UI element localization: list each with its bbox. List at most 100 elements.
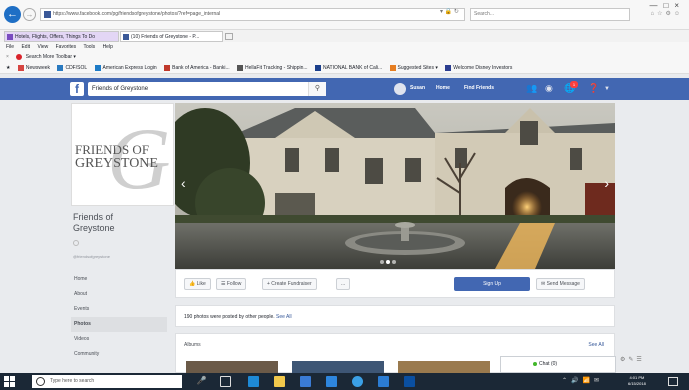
microphone-icon[interactable]: 🎤 — [196, 376, 207, 387]
follow-button[interactable]: ☰ Follow — [216, 278, 247, 290]
fav-icon — [57, 64, 64, 71]
task-view-icon[interactable] — [220, 376, 231, 387]
nav-item-photos[interactable]: Photos — [71, 317, 167, 332]
tab-facebook[interactable]: (10) Friends of Greystone - P... — [120, 31, 223, 42]
messenger-icon[interactable]: ◉ — [545, 83, 553, 94]
favorite-item[interactable]: Newsweek — [17, 64, 50, 71]
sign-up-button[interactable]: Sign Up — [454, 277, 530, 291]
fav-icon — [445, 64, 452, 71]
cover-next-arrow-icon[interactable]: › — [604, 175, 609, 191]
nav-item-events[interactable]: Events — [71, 302, 167, 317]
fav-icon — [17, 64, 24, 71]
nav-item-home[interactable]: Home — [71, 272, 167, 287]
home-star-gear-icons[interactable]: ⌂☆⚙☺ — [650, 10, 683, 17]
nav-profile-name[interactable]: Susan — [410, 85, 425, 91]
help-icon[interactable]: ❓ — [588, 83, 599, 94]
taskbar-search-input[interactable]: Type here to search — [32, 375, 182, 388]
favorite-item[interactable]: Welcome Disney Investors — [445, 64, 512, 71]
nav-item-videos[interactable]: Videos — [71, 332, 167, 347]
menu-favorites[interactable]: Favorites — [56, 44, 77, 50]
favorite-item[interactable]: Suggested Sites ▾ — [389, 64, 438, 71]
favorite-item[interactable]: Bank of America - Banki... — [164, 64, 230, 71]
mail-icon[interactable] — [326, 376, 337, 387]
fav-icon — [164, 64, 171, 71]
toolbar-close-icon[interactable]: × — [6, 54, 9, 60]
windows-start-icon[interactable] — [4, 376, 15, 387]
carousel-dot[interactable] — [392, 260, 396, 264]
nav-find-friends[interactable]: Find Friends — [464, 85, 494, 91]
favorites-star-icon[interactable]: ★ — [6, 65, 10, 71]
new-tab-button[interactable] — [225, 33, 233, 40]
favorite-item[interactable]: CDF/SOL — [57, 64, 87, 71]
taskbar-clock[interactable]: 4:01 PM 6/15/2018 — [628, 375, 646, 387]
fav-icon — [314, 64, 321, 71]
outlook-icon[interactable] — [404, 376, 415, 387]
nav-item-community[interactable]: Community — [71, 347, 167, 362]
system-tray-icons[interactable]: ⌃🔊📶✉ — [562, 377, 603, 384]
back-arrow-icon[interactable]: ← — [4, 6, 21, 23]
menu-view[interactable]: View — [37, 44, 48, 50]
edge-browser-icon[interactable] — [248, 376, 259, 387]
toolbar-label[interactable]: Search More Toolbar ▾ — [26, 54, 76, 60]
window-controls[interactable]: —□× — [649, 1, 685, 10]
carousel-dots — [380, 260, 398, 266]
nav-home[interactable]: Home — [436, 85, 450, 91]
user-avatar[interactable] — [394, 83, 406, 95]
cover-prev-arrow-icon[interactable]: ‹ — [181, 175, 186, 191]
favorite-item[interactable]: NATIONAL BANK of Cali... — [314, 64, 382, 71]
albums-title: Albums — [184, 342, 201, 348]
menu-tools[interactable]: Tools — [83, 44, 95, 50]
friend-requests-icon[interactable]: 👥 — [526, 83, 537, 94]
notification-badge: 1 — [570, 81, 578, 88]
chat-sidebar-toggle[interactable]: Chat (0) — [500, 356, 616, 373]
browser-search-input[interactable]: Search... — [470, 8, 630, 21]
favorite-item[interactable]: American Express Login — [94, 64, 157, 71]
word-icon[interactable] — [378, 376, 389, 387]
send-message-button[interactable]: ✉ Send Message — [536, 278, 585, 290]
menu-file[interactable]: File — [6, 44, 14, 50]
taskbar-search-placeholder: Type here to search — [50, 378, 95, 384]
browser-titlebar: ← → https://www.facebook.com/pg/friendso… — [0, 0, 689, 30]
cover-photo[interactable]: ‹ › — [175, 103, 615, 269]
tab-label: Hotels, Flights, Offers, Things To Do — [15, 34, 96, 40]
chat-options-icons[interactable]: ⚙✎☰ — [620, 356, 645, 363]
internet-explorer-icon[interactable] — [352, 376, 363, 387]
facebook-favicon-icon — [44, 11, 51, 18]
account-menu-icon[interactable]: ▼ — [604, 86, 610, 92]
facebook-search-input[interactable]: Friends of Greystone ⚲ — [88, 82, 326, 96]
page-profile-picture[interactable]: G FRIENDS OF GREYSTONE — [71, 103, 174, 206]
screen: ← → https://www.facebook.com/pg/friendso… — [0, 0, 689, 390]
facebook-logo-icon[interactable]: f — [70, 82, 84, 96]
forward-arrow-icon[interactable]: → — [23, 8, 36, 21]
store-icon[interactable] — [300, 376, 311, 387]
logo-text-line2: GREYSTONE — [75, 156, 158, 171]
nav-item-about[interactable]: About — [71, 287, 167, 302]
tab-favicon-icon — [7, 34, 13, 40]
notice-see-all-link[interactable]: See All — [276, 314, 292, 320]
menu-help[interactable]: Help — [103, 44, 113, 50]
refresh-icon[interactable]: ▾ 🔒 ↻ — [440, 8, 459, 15]
browser-search-placeholder: Search... — [474, 11, 495, 17]
toolbar-logo-icon — [16, 53, 23, 60]
cortana-search-icon — [36, 377, 45, 386]
clock-date: 6/15/2018 — [628, 381, 646, 386]
online-status-icon — [533, 361, 537, 366]
menu-edit[interactable]: Edit — [21, 44, 30, 50]
search-icon[interactable]: ⚲ — [308, 82, 326, 96]
page-handle[interactable]: @friendsofgreystone — [73, 254, 110, 259]
more-button[interactable]: ... — [336, 278, 351, 290]
photos-notice: 190 photos were posted by other people. … — [175, 305, 615, 327]
favorite-item[interactable]: HellaFit Tracking - Shippin... — [237, 64, 308, 71]
create-fundraiser-button[interactable]: + Create Fundraiser — [262, 278, 317, 290]
tab-label: (10) Friends of Greystone - P... — [131, 34, 200, 40]
action-center-icon[interactable] — [668, 377, 678, 386]
address-url: https://www.facebook.com/pg/friendsofgre… — [53, 11, 221, 17]
carousel-dot-active[interactable] — [386, 260, 390, 264]
tab-travel[interactable]: Hotels, Flights, Offers, Things To Do — [4, 31, 119, 42]
file-explorer-icon[interactable] — [274, 376, 285, 387]
albums-see-all-link[interactable]: See All — [588, 342, 604, 348]
address-bar[interactable]: https://www.facebook.com/pg/friendsofgre… — [40, 8, 465, 21]
carousel-dot[interactable] — [380, 260, 384, 264]
page-title[interactable]: Friends of Greystone — [73, 212, 153, 234]
like-button[interactable]: 👍 Like — [184, 278, 211, 290]
